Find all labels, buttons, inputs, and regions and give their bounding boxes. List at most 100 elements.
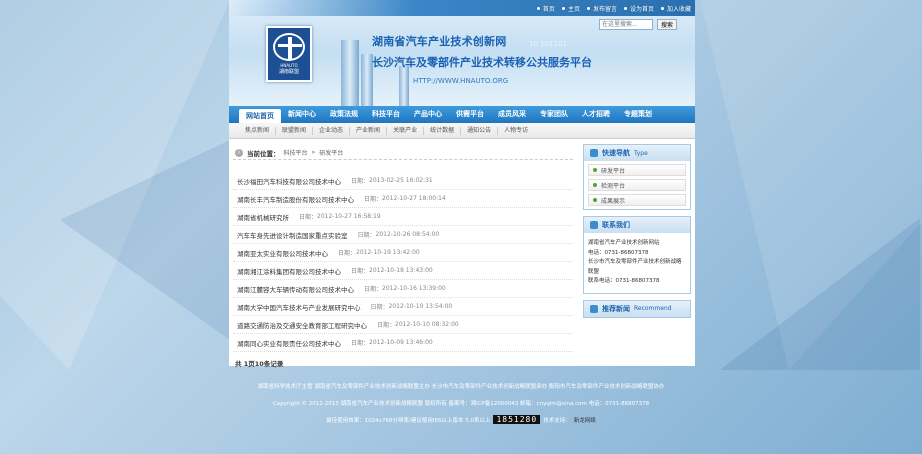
- subnav-item[interactable]: 统计数据: [424, 126, 462, 135]
- bullet-icon: [535, 6, 541, 11]
- panel-header: 快速导航 Type: [584, 145, 690, 161]
- subnav-item[interactable]: 人物专访: [498, 127, 534, 135]
- nav-item-members[interactable]: 成员风采: [491, 106, 533, 123]
- search-button[interactable]: 搜索: [657, 19, 677, 30]
- list-item-title[interactable]: 湖南长丰汽车制造股份有限公司技术中心: [237, 194, 354, 204]
- list-item-title[interactable]: 长沙福田汽车科技有限公司技术中心: [237, 176, 341, 186]
- search-input[interactable]: [599, 19, 653, 30]
- page-container: 首页 主页 发布留言 设为首页 加入收藏 搜索 HNAUTO 湖南联盟 湖南省汽…: [229, 0, 695, 368]
- subnav-item[interactable]: 焦点新闻: [239, 126, 277, 135]
- list-item[interactable]: 湖南亚太实业有限公司技术中心 日期： 2012-10-19 13:42:00: [233, 244, 573, 262]
- recommend-panel: 推荐新闻 Recommend: [583, 299, 691, 318]
- sidebar: 快速导航 Type 研发平台 检测平台 成果展示 联系我们 湖南省汽车产业技术创…: [583, 144, 691, 324]
- list-item-date-label: 日期：: [351, 178, 370, 185]
- list-item-date-label: 日期：: [357, 232, 376, 239]
- bullet-icon: [585, 6, 591, 11]
- top-link-main[interactable]: 主页: [560, 4, 580, 13]
- top-links: 首页 主页 发布留言 设为首页 加入收藏: [535, 4, 691, 13]
- breadcrumb-link[interactable]: 科技平台: [284, 148, 308, 157]
- pager-info: 共 1页10条记录: [235, 360, 284, 368]
- list-item[interactable]: 湖南省机械研究所 日期： 2012-10-27 16:58:19: [233, 208, 573, 226]
- list-item-title[interactable]: 湖南亚太实业有限公司技术中心: [237, 248, 328, 258]
- logo-mark-icon: [273, 33, 305, 61]
- quick-nav-item-test[interactable]: 检测平台: [588, 179, 686, 191]
- list-item[interactable]: 长沙福田汽车科技有限公司技术中心 日期： 2013-02-25 16:02:31: [233, 172, 573, 190]
- main-nav: 网站首页 新闻中心 政策法规 科技平台 产品中心 供需平台 成员风采 专家团队 …: [229, 106, 695, 123]
- nav-icon: [590, 149, 598, 157]
- list-item[interactable]: 湖南大学中国汽车技术与产业发展研究中心 日期： 2012-10-10 13:54:0…: [233, 298, 573, 316]
- list-item-title[interactable]: 湖南省机械研究所: [237, 212, 289, 222]
- news-icon: [590, 304, 598, 313]
- main-content: i 当前位置： 科技平台 » 研发平台 长沙福田汽车科技有限公司技术中心 日期： 2…: [233, 146, 573, 368]
- site-logo[interactable]: HNAUTO 湖南联盟: [266, 26, 312, 82]
- decor-digits: 10 101101: [529, 40, 567, 48]
- breadcrumb-current[interactable]: 研发平台: [319, 148, 343, 157]
- panel-header: 联系我们: [584, 217, 690, 233]
- list-item-date-label: 日期：: [338, 250, 357, 257]
- list-item-title[interactable]: 湖南江麓容大车辆传动有限公司技术中心: [237, 284, 354, 294]
- list-item-date: 2012-10-19 13:42:00: [356, 249, 420, 256]
- list-item-title[interactable]: 湖南湘江涂料集团有限公司技术中心: [237, 266, 341, 276]
- logo-text-cn: 湖南联盟: [278, 69, 299, 75]
- subnav-item[interactable]: 产业新闻: [350, 126, 388, 135]
- list-item[interactable]: 汽车车身先进设计制造国家重点实验室 日期： 2012-10-26 08:54:00: [233, 226, 573, 244]
- bullet-icon: [593, 183, 597, 187]
- top-link-favorite[interactable]: 加入收藏: [659, 4, 691, 13]
- tech-support-link[interactable]: 新龙网络: [574, 416, 596, 424]
- contact-icon: [590, 221, 598, 229]
- list-item[interactable]: 湖南长丰汽车制造股份有限公司技术中心 日期： 2012-10-27 18:00:14: [233, 190, 573, 208]
- list-item-title[interactable]: 湖南同心实业有限责任公司技术中心: [237, 338, 341, 348]
- list-item-date-label: 日期：: [364, 196, 383, 203]
- site-subtitle: 长沙汽车及零部件产业技术转移公共服务平台: [372, 56, 592, 69]
- nav-item-topics[interactable]: 专题策划: [617, 106, 659, 123]
- quick-nav-item-results[interactable]: 成果展示: [588, 194, 686, 206]
- list-item-date: 2012-10-10 08:32:00: [395, 321, 459, 328]
- list-item[interactable]: 湖南江麓容大车辆传动有限公司技术中心 日期： 2012-10-16 13:39:00: [233, 280, 573, 298]
- list-item-date-label: 日期：: [351, 268, 370, 275]
- breadcrumb-sep: »: [311, 149, 316, 156]
- list-item-date: 2012-10-27 16:58:19: [317, 213, 381, 220]
- breadcrumb-label: 当前位置：: [247, 149, 280, 158]
- list-item-date-label: 日期：: [351, 340, 370, 347]
- visit-counter: 1851280: [493, 415, 541, 424]
- list-item-date: 2012-10-09 13:46:00: [369, 339, 433, 346]
- list-item-date-label: 日期：: [364, 286, 383, 293]
- nav-item-supply[interactable]: 供需平台: [449, 106, 491, 123]
- quick-nav-panel: 快速导航 Type 研发平台 检测平台 成果展示: [583, 144, 691, 210]
- subnav-item[interactable]: 通知公告: [461, 126, 499, 135]
- bullet-icon: [622, 6, 628, 11]
- top-link-home[interactable]: 首页: [535, 4, 555, 13]
- list-item[interactable]: 道路交通防治及交通安全教育部工程研究中心 日期： 2012-10-10 08:32:…: [233, 316, 573, 334]
- nav-item-tech[interactable]: 科技平台: [365, 106, 407, 123]
- bullet-icon: [560, 6, 566, 11]
- contact-panel: 联系我们 湖南省汽车产业技术创新网站 电话：0731-86807378 长沙市汽…: [583, 216, 691, 294]
- nav-item-jobs[interactable]: 人才招聘: [575, 106, 617, 123]
- footer-copyright: Copyright © 2012-2013 湖南省汽车产业技术创新战略联盟 版权…: [272, 401, 650, 407]
- top-link-set-home[interactable]: 设为首页: [622, 4, 654, 13]
- list-item[interactable]: 湖南同心实业有限责任公司技术中心 日期： 2012-10-09 13:46:00: [233, 334, 573, 352]
- nav-item-home[interactable]: 网站首页: [239, 109, 281, 123]
- list-item[interactable]: 湖南湘江涂料集团有限公司技术中心 日期： 2012-10-18 13:43:00: [233, 262, 573, 280]
- subnav-item[interactable]: 企业动态: [313, 126, 351, 135]
- site-footer: 湖南省科学技术厅主管 湖南省汽车及零部件产业技术创新战略联盟主办 长沙市汽车及零…: [0, 370, 922, 454]
- nav-item-news[interactable]: 新闻中心: [281, 106, 323, 123]
- subnav-item[interactable]: 关联产业: [387, 126, 425, 135]
- site-header: 首页 主页 发布留言 设为首页 加入收藏 搜索 HNAUTO 湖南联盟 湖南省汽…: [229, 0, 695, 106]
- subnav-item[interactable]: 联盟新闻: [276, 126, 314, 135]
- nav-item-experts[interactable]: 专家团队: [533, 106, 575, 123]
- quick-nav-item-rd[interactable]: 研发平台: [588, 164, 686, 176]
- footer-info: 最佳使用效果：1024x768分辨率/建议使用IE6以上版本 5.0系以上 18…: [326, 415, 596, 424]
- list-item-date-label: 日期：: [299, 214, 318, 221]
- list-item-title[interactable]: 湖南大学中国汽车技术与产业发展研究中心: [237, 302, 361, 312]
- nav-item-policy[interactable]: 政策法规: [323, 106, 365, 123]
- list-item-title[interactable]: 道路交通防治及交通安全教育部工程研究中心: [237, 320, 367, 330]
- list-item-date: 2012-10-18 13:43:00: [369, 267, 433, 274]
- top-link-message[interactable]: 发布留言: [585, 4, 617, 13]
- site-url: HTTP://WWW.HNAUTO.ORG: [413, 77, 509, 85]
- list-item-date: 2013-02-25 16:02:31: [369, 177, 433, 184]
- nav-item-products[interactable]: 产品中心: [407, 106, 449, 123]
- list-item-title[interactable]: 汽车车身先进设计制造国家重点实验室: [237, 230, 348, 240]
- list-item-date: 2012-10-26 08:54:00: [375, 231, 440, 238]
- sub-nav: 焦点新闻 联盟新闻 企业动态 产业新闻 关联产业 统计数据 通知公告 人物专访: [229, 123, 695, 139]
- list-item-date-label: 日期：: [377, 322, 396, 329]
